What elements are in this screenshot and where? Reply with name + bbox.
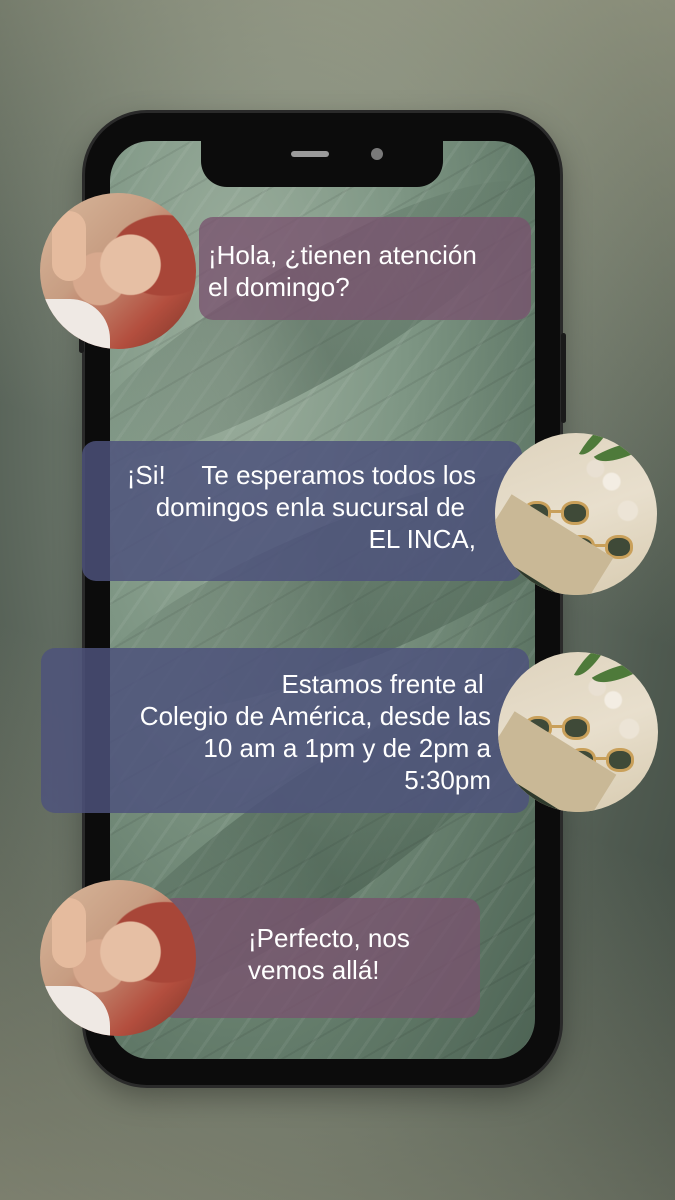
message-line: EL INCA,	[368, 524, 476, 554]
avatar-shirt	[40, 986, 110, 1036]
message-line: ¡Si! Te esperamos todos los	[126, 460, 476, 490]
message-line: Colegio de América, desde las	[139, 701, 491, 731]
message-line: 10 am a 1pm y de 2pm a	[203, 733, 491, 763]
sunglasses-lens	[562, 716, 590, 740]
sunglasses-lens	[606, 748, 634, 772]
sunglasses-product-avatar-icon	[498, 652, 658, 812]
avatar-hand	[52, 898, 86, 968]
phone-side-button	[561, 333, 566, 423]
message-bubble-customer: ¡Perfecto, nos vemos allá!	[160, 898, 480, 1018]
woman-portrait-avatar-icon	[40, 880, 196, 1036]
front-camera	[371, 148, 383, 160]
avatar-hand	[52, 211, 86, 281]
message-line: vemos allá!	[248, 955, 380, 985]
message-bubble-store: ¡Si! Te esperamos todos los domingos enl…	[82, 441, 522, 581]
sunglasses-lens	[561, 501, 589, 525]
message-bubble-store: Estamos frente al Colegio de América, de…	[41, 648, 529, 813]
message-line: el domingo?	[208, 272, 350, 302]
message-line: ¡Perfecto, nos	[248, 923, 410, 953]
message-line: domingos enla sucursal de	[155, 492, 465, 522]
speaker-grille	[291, 151, 329, 157]
avatar-shirt	[40, 299, 110, 349]
woman-portrait-avatar-icon	[40, 193, 196, 349]
message-line: ¡Hola, ¿tienen atención	[208, 240, 477, 270]
message-line: Estamos frente al	[281, 669, 491, 699]
message-line: 5:30pm	[404, 765, 491, 795]
phone-notch	[201, 141, 443, 187]
message-bubble-customer: ¡Hola, ¿tienen atención el domingo?	[199, 217, 531, 320]
sunglasses-product-avatar-icon	[495, 433, 657, 595]
